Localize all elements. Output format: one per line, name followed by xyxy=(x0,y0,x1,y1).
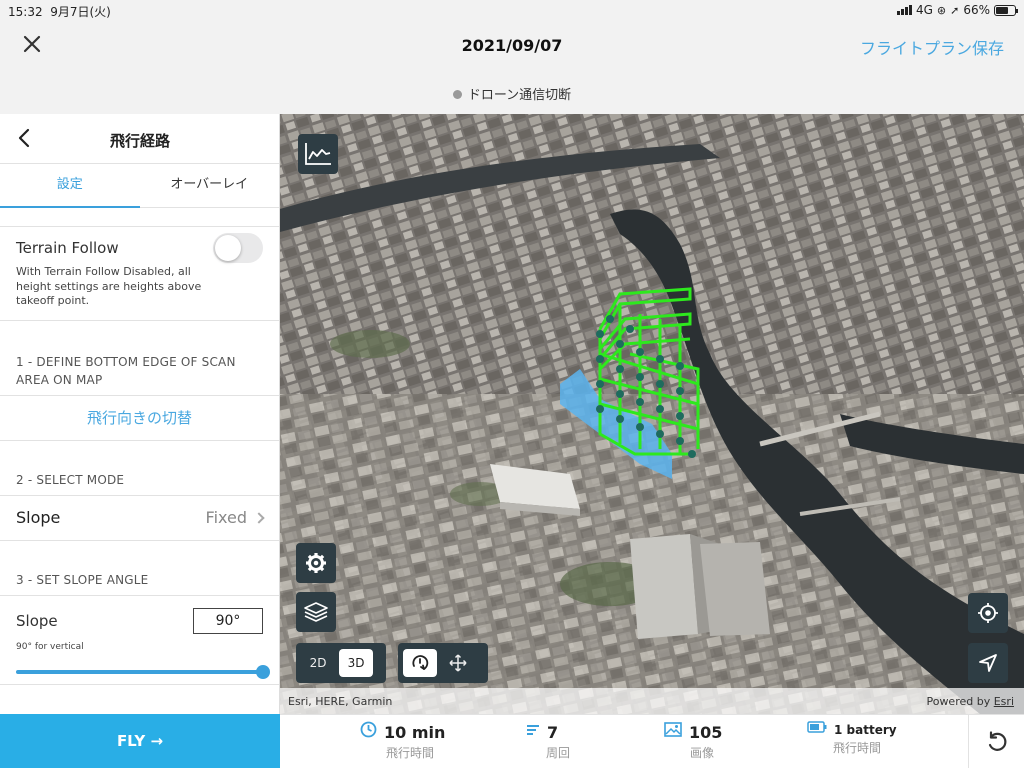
slope-mode-selector[interactable]: Slope Fixed xyxy=(0,496,279,540)
slope-angle-slider[interactable] xyxy=(16,669,263,674)
tab-settings[interactable]: 設定 xyxy=(0,164,140,208)
section-heading-select-mode: 2 - SELECT MODE xyxy=(16,472,125,487)
battery-percent: 66% xyxy=(963,3,990,17)
stat-flight-time-value-row: 10 min xyxy=(360,721,446,742)
network-type: 4G xyxy=(915,3,933,17)
panel-tabs: 設定 オーバーレイ xyxy=(0,164,279,208)
stat-battery-value-row: 1 battery xyxy=(807,721,897,737)
map-layers-button[interactable] xyxy=(296,592,336,632)
map-settings-button[interactable] xyxy=(296,543,336,583)
layers-icon xyxy=(304,602,328,622)
battery-icon xyxy=(994,4,1018,16)
stat-flight-time-label: 飛行時間 xyxy=(386,746,435,760)
status-time: 15:32 xyxy=(8,5,43,19)
battery-icon xyxy=(807,721,827,733)
stat-images-value: 105 xyxy=(689,723,723,742)
slope-angle-hint: 90° for vertical xyxy=(16,641,84,652)
crosshair-icon xyxy=(978,603,998,623)
attribution-sources: Esri, HERE, Garmin xyxy=(288,695,393,708)
attribution-powered-by: Powered by Esri xyxy=(926,695,1014,708)
section-heading-define-edge: 1 - DEFINE BOTTOM EDGE OF SCAN AREA ON M… xyxy=(16,354,236,387)
orientation-lock-icon: ⊛ xyxy=(936,3,947,17)
connection-status: ドローン通信切断 xyxy=(0,84,1024,103)
switch-flight-direction-button[interactable]: 飛行向きの切替 xyxy=(0,396,279,440)
divider xyxy=(0,683,279,685)
stat-battery: 1 battery 飛行時間 xyxy=(807,721,897,756)
slope-angle-input[interactable]: 90° xyxy=(193,607,263,634)
status-date: 9月7日(火) xyxy=(50,5,111,19)
tab-overlay[interactable]: オーバーレイ xyxy=(140,164,280,207)
undo-icon xyxy=(988,731,1006,751)
stat-battery-label: 飛行時間 xyxy=(833,741,882,755)
pan-mode-button[interactable] xyxy=(441,649,475,677)
stat-images-value-row: 105 xyxy=(664,722,723,742)
view-mode-toggle: 2D 3D xyxy=(296,643,386,683)
clock-icon xyxy=(360,721,377,738)
location-arrow-icon: ➚ xyxy=(950,3,960,17)
rotate-icon xyxy=(412,655,429,670)
panel-title: 飛行経路 xyxy=(109,132,170,150)
navigation-arrow-icon xyxy=(979,654,997,672)
terrain-follow-row: Terrain Follow With Terrain Follow Disab… xyxy=(0,227,279,320)
slope-mode-value: Fixed xyxy=(205,508,247,527)
slope-angle-slider-thumb[interactable] xyxy=(256,664,270,679)
status-time-date: 15:32 9月7日(火) xyxy=(8,3,111,20)
laps-icon xyxy=(527,724,539,735)
battery-fill xyxy=(996,6,1008,14)
stat-laps-value-row: 7 xyxy=(526,723,570,742)
stat-laps-value: 7 xyxy=(547,723,559,742)
satellite-3d-map xyxy=(280,114,1024,714)
flight-path-panel: 飛行経路 設定 オーバーレイ Terrain Follow With Terra… xyxy=(0,114,280,714)
undo-button[interactable] xyxy=(968,715,1024,768)
map-attribution: Esri, HERE, Garmin Powered by Esri xyxy=(280,688,1024,714)
elevation-chart-icon xyxy=(305,143,331,165)
slope-mode-value-wrap: Fixed xyxy=(205,508,265,527)
stat-laps-label: 周回 xyxy=(546,746,571,760)
rotate-mode-button[interactable] xyxy=(403,649,437,677)
move-arrows-icon xyxy=(449,654,467,672)
image-icon xyxy=(664,722,682,737)
slope-angle-label: Slope xyxy=(16,611,58,630)
terrain-follow-description: With Terrain Follow Disabled, all height… xyxy=(16,265,202,307)
powered-by-text: Powered by xyxy=(926,695,994,708)
top-header: 2021/09/07 フライトプラン保存 ドローン通信切断 xyxy=(0,20,1024,114)
status-indicators: 4G ⊛ ➚ 66% xyxy=(896,3,1018,17)
locate-button[interactable] xyxy=(968,593,1008,633)
view-3d-button[interactable]: 3D xyxy=(339,649,373,677)
connection-status-text: ドローン通信切断 xyxy=(467,88,572,103)
stat-images-label: 画像 xyxy=(690,746,715,760)
save-flight-plan-button[interactable]: フライトプラン保存 xyxy=(860,35,1004,59)
fly-button[interactable]: FLY → xyxy=(0,714,280,768)
stat-battery-value: 1 battery xyxy=(834,723,897,737)
navigation-button[interactable] xyxy=(968,643,1008,683)
mission-stats-bar: 10 min 飛行時間 7 周回 105 画像 1 battery 飛行時間 xyxy=(280,714,1024,768)
stat-flight-time-value: 10 min xyxy=(384,723,446,742)
signal-icon xyxy=(896,5,912,15)
navigation-mode-toggle xyxy=(398,643,488,683)
gear-icon xyxy=(306,553,326,573)
stat-flight-time: 10 min 飛行時間 xyxy=(360,721,446,761)
status-dot-icon xyxy=(452,90,462,99)
map-view[interactable]: 2D 3D Esri, HERE, Garmin Powered by Esri xyxy=(280,114,1024,714)
stat-images: 105 画像 xyxy=(664,722,723,761)
terrain-follow-toggle[interactable] xyxy=(213,233,263,263)
slope-angle-row: Slope 90° 90° for vertical xyxy=(0,596,279,684)
slope-mode-label: Slope xyxy=(16,508,61,527)
status-bar: 15:32 9月7日(火) 4G ⊛ ➚ 66% xyxy=(0,0,1024,20)
section-heading-slope-angle: 3 - SET SLOPE ANGLE xyxy=(16,572,149,587)
esri-link[interactable]: Esri xyxy=(994,695,1014,708)
elevation-profile-button[interactable] xyxy=(298,134,338,174)
stat-laps: 7 周回 xyxy=(526,723,570,761)
view-2d-button[interactable]: 2D xyxy=(301,649,335,677)
chevron-right-icon xyxy=(253,511,265,524)
panel-header: 飛行経路 xyxy=(0,114,279,164)
